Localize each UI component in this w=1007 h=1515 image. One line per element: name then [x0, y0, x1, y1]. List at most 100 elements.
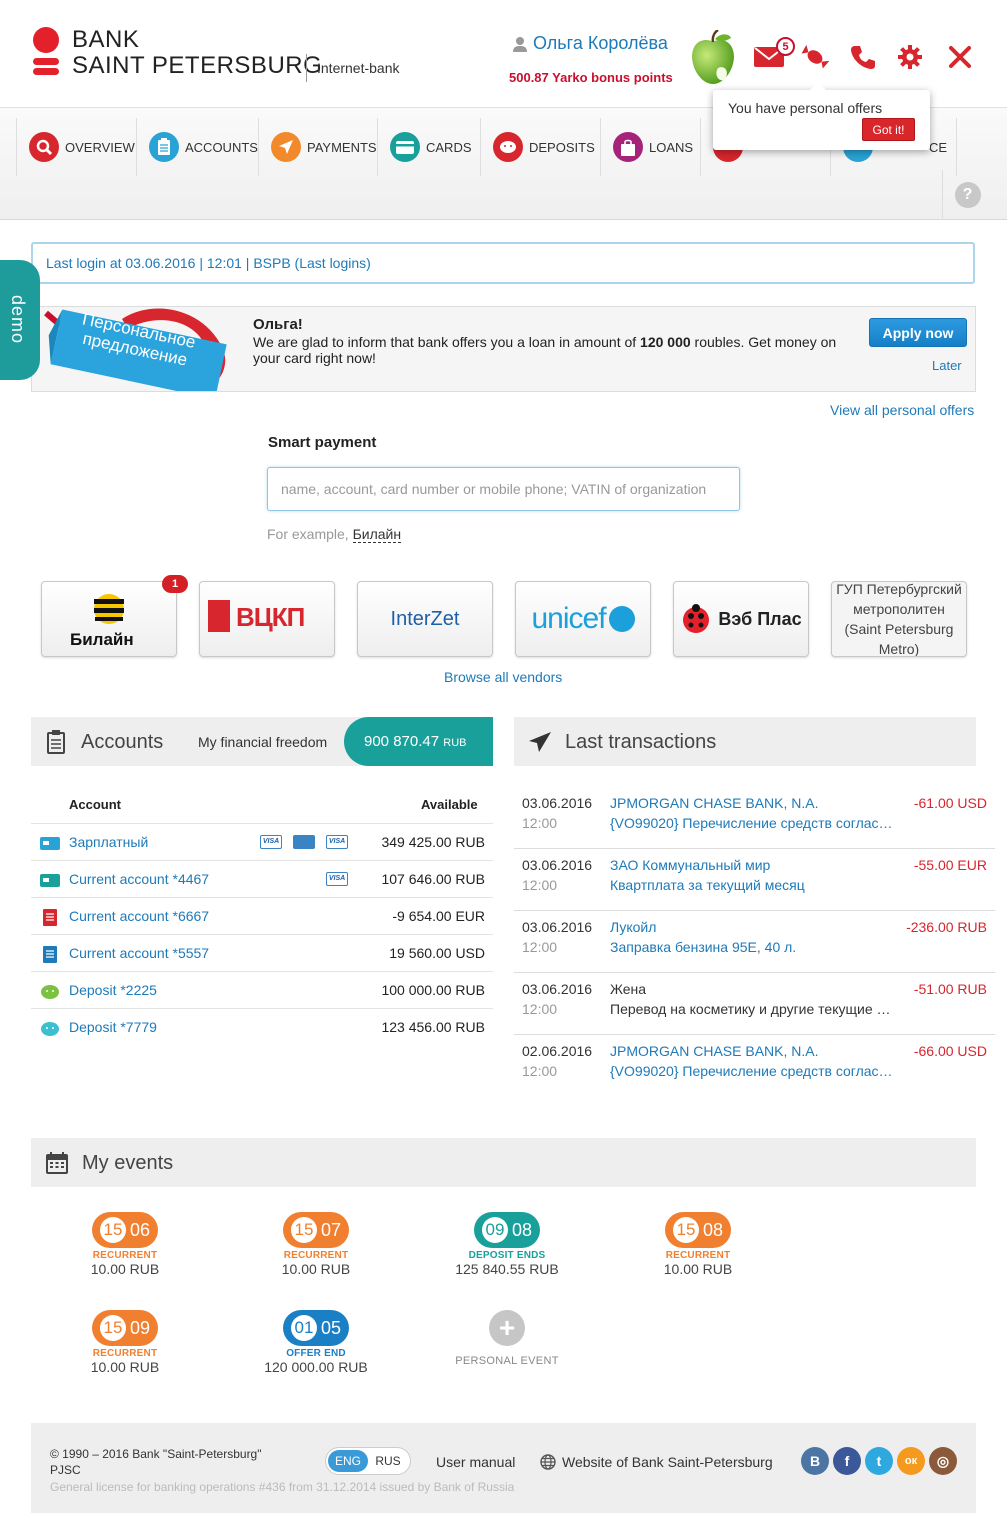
bonus-points[interactable]: 500.87 Yarko bonus points — [509, 70, 673, 85]
nav-label: DEPOSITS — [529, 139, 595, 155]
add-personal-event-button[interactable]: + PERSONAL EVENT — [442, 1310, 572, 1367]
accounts-title: Accounts — [81, 731, 164, 753]
tx-date: 03.06.2016 — [522, 981, 593, 997]
apply-now-button[interactable]: Apply now — [869, 318, 967, 347]
tx-time: 12:00 — [522, 877, 558, 893]
tx-party[interactable]: JPMORGAN CHASE BANK, N.A. — [610, 795, 818, 811]
vendor-webplus[interactable]: Вэб Плас — [673, 581, 809, 657]
clipboard-icon — [149, 132, 179, 162]
transaction-row[interactable]: 03.06.2016 12:00 Лукойл Заправка бензина… — [514, 911, 995, 973]
transaction-row[interactable]: 03.06.2016 12:00 ЗАО Коммунальный мир Кв… — [514, 849, 995, 911]
lang-rus[interactable]: RUS — [368, 1450, 408, 1472]
language-switch[interactable]: ENG RUS — [325, 1447, 411, 1475]
tx-party[interactable]: Лукойл — [610, 919, 656, 935]
account-row[interactable]: Current account *5557 19 560.00 USD — [31, 934, 493, 971]
candy-icon[interactable] — [798, 40, 832, 74]
bag-icon — [613, 132, 643, 162]
event-item[interactable]: 09 08 DEPOSIT ENDS 125 840.55 RUB — [442, 1212, 572, 1277]
transaction-row[interactable]: 03.06.2016 12:00 Жена Перевод на космети… — [514, 973, 995, 1035]
apple-icon[interactable] — [688, 30, 738, 86]
tx-description[interactable]: Заправка бензина 95Е, 40 л. — [610, 939, 895, 955]
nav-item-accounts[interactable]: ACCOUNTS — [136, 118, 258, 176]
got-it-button[interactable]: Got it! — [862, 118, 915, 141]
nav-item-cards[interactable]: CARDS — [377, 118, 480, 176]
event-item[interactable]: 15 09 RECURRENT 10.00 RUB — [60, 1310, 190, 1375]
tx-date: 03.06.2016 — [522, 919, 593, 935]
tx-description[interactable]: Квартплата за текущий месяц — [610, 877, 895, 893]
browse-vendors-link[interactable]: Browse all vendors — [444, 669, 562, 685]
tx-amount: -66.00 USD — [913, 1043, 987, 1059]
account-amount: 123 456.00 RUB — [381, 1019, 485, 1035]
financial-freedom-total[interactable]: 900 870.47 RUB — [344, 717, 493, 766]
nav-item-deposits[interactable]: DEPOSITS — [480, 118, 600, 176]
example-link[interactable]: Билайн — [352, 526, 402, 543]
gear-icon[interactable] — [893, 40, 927, 74]
vendor-interzet[interactable]: InterZet — [357, 581, 493, 657]
vendor-beeline[interactable]: Билайн — [41, 581, 177, 657]
event-date: 15 07 — [283, 1212, 349, 1248]
event-amount: 10.00 RUB — [90, 1359, 160, 1375]
account-row[interactable]: Deposit *2225 100 000.00 RUB — [31, 971, 493, 1008]
event-item[interactable]: 15 08 RECURRENT 10.00 RUB — [633, 1212, 763, 1277]
account-name: Current account *5557 — [69, 945, 210, 961]
account-row[interactable]: Current account *6667 -9 654.00 EUR — [31, 897, 493, 934]
nav-item-loans[interactable]: LOANS — [600, 118, 700, 176]
instagram-icon[interactable]: ◎ — [929, 1447, 957, 1475]
odnoklassniki-icon[interactable]: ок — [897, 1447, 925, 1475]
bank-logo-icon[interactable] — [30, 27, 62, 77]
later-link[interactable]: Later — [932, 358, 962, 373]
demo-tab[interactable]: demo — [0, 260, 40, 380]
personal-offer-banner: Персональное предложение Ольга! We are g… — [31, 306, 976, 392]
help-button[interactable]: ? — [942, 170, 992, 220]
user-profile-link[interactable]: Ольга Королёва — [512, 33, 668, 54]
nav-item-payments[interactable]: PAYMENTS — [258, 118, 377, 176]
vendor-metro[interactable]: ГУП Петербургский метрополитен (Saint Pe… — [831, 581, 967, 657]
offer-text: We are glad to inform that bank offers y… — [253, 334, 837, 366]
event-item[interactable]: 01 05 OFFER END 120 000.00 RUB — [251, 1310, 381, 1375]
last-login-notice[interactable]: Last login at 03.06.2016 | 12:01 | BSPB … — [31, 242, 975, 284]
card-icon — [390, 132, 420, 162]
twitter-icon[interactable]: t — [865, 1447, 893, 1475]
piggy-bank-icon — [41, 1022, 59, 1036]
tx-description[interactable]: {VO99020} Перечисление средств согласно … — [610, 815, 895, 831]
brand-name-line2: SAINT PETERSBURG — [72, 52, 323, 79]
tx-party[interactable]: ЗАО Коммунальный мир — [610, 857, 770, 873]
offer-amount: 120 000 — [640, 334, 691, 350]
transaction-row[interactable]: 02.06.2016 12:00 JPMORGAN CHASE BANK, N.… — [514, 1035, 995, 1097]
offer-ribbon: Персональное предложение — [32, 307, 232, 391]
close-icon[interactable] — [943, 40, 977, 74]
facebook-icon[interactable]: f — [833, 1447, 861, 1475]
account-row[interactable]: Deposit *7779 123 456.00 RUB — [31, 1008, 493, 1045]
event-item[interactable]: 15 06 RECURRENT 10.00 RUB — [60, 1212, 190, 1277]
calendar-icon — [46, 1152, 68, 1174]
account-row[interactable]: Зарплатный VISA VISA 349 425.00 RUB — [31, 823, 493, 860]
smart-payment-input[interactable] — [267, 467, 740, 511]
bank-website-link[interactable]: Website of Bank Saint-Petersburg — [540, 1454, 773, 1470]
vckp-logo-icon — [208, 600, 230, 632]
tx-party[interactable]: JPMORGAN CHASE BANK, N.A. — [610, 1043, 818, 1059]
phone-icon[interactable] — [846, 40, 880, 74]
account-row[interactable]: Current account *4467 VISA 107 646.00 RU… — [31, 860, 493, 897]
account-amount: 100 000.00 RUB — [381, 982, 485, 998]
tx-time: 12:00 — [522, 1001, 558, 1017]
events-header: My events — [31, 1138, 976, 1187]
nav-item-overview[interactable]: OVERVIEW — [16, 118, 136, 176]
lang-eng[interactable]: ENG — [328, 1450, 368, 1472]
vk-icon[interactable]: В — [801, 1447, 829, 1475]
plus-icon: + — [489, 1310, 525, 1346]
vendor-name: Билайн — [70, 630, 134, 649]
vendor-name: ВЦКП — [236, 602, 305, 632]
user-manual-link[interactable]: User manual — [436, 1454, 515, 1470]
vendor-unicef[interactable]: unicef — [515, 581, 651, 657]
account-amount: -9 654.00 EUR — [392, 908, 485, 924]
event-item[interactable]: 15 07 RECURRENT 10.00 RUB — [251, 1212, 381, 1277]
tx-description: Перевод на косметику и другие текущие ра… — [610, 1001, 895, 1017]
transaction-row[interactable]: 03.06.2016 12:00 JPMORGAN CHASE BANK, N.… — [514, 787, 995, 849]
tx-amount: -61.00 USD — [913, 795, 987, 811]
vendor-vckp[interactable]: ВЦКП — [199, 581, 335, 657]
view-all-offers-link[interactable]: View all personal offers — [830, 402, 974, 418]
tx-date: 03.06.2016 — [522, 795, 593, 811]
financial-freedom-label[interactable]: My financial freedom — [198, 734, 327, 750]
account-name: Current account *4467 — [69, 871, 210, 887]
tx-description[interactable]: {VO99020} Перечисление средств согласно … — [610, 1063, 895, 1079]
